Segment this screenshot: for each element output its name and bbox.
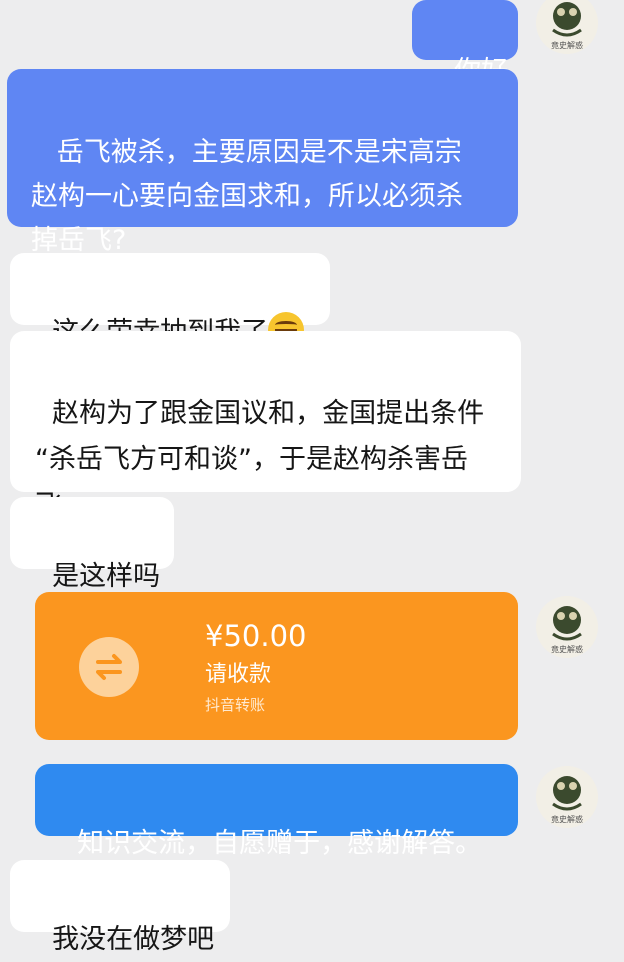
- message-text: 我没在做梦吧: [52, 924, 215, 955]
- transfer-amount: ¥50.00: [205, 619, 307, 653]
- message-bubble-sent[interactable]: 岳飞被杀，主要原因是不是宋高宗 赵构一心要向金国求和，所以必须杀 掉岳飞?: [7, 69, 518, 256]
- message-bubble-sent[interactable]: 你好: [412, 0, 518, 87]
- avatar[interactable]: 竟史解惑: [536, 596, 598, 658]
- message-bubble-received[interactable]: 这么荣幸抽到我了: [10, 253, 330, 348]
- frog-avatar-icon: 竟史解惑: [551, 2, 583, 50]
- avatar-caption: 竟史解惑: [551, 40, 583, 50]
- transfer-source: 抖音转账: [205, 696, 266, 714]
- transfer-card[interactable]: ¥50.00 请收款 抖音转账: [35, 592, 518, 740]
- message-text: 知识交流，自愿赠于，感谢解答。: [77, 828, 483, 859]
- message-bubble-sent[interactable]: 知识交流，自愿赠于，感谢解答。: [35, 764, 518, 859]
- avatar-caption: 竟史解惑: [551, 644, 583, 654]
- message-bubble-received[interactable]: 赵构为了跟金国议和，金国提出条件 “杀岳飞方可和谈”，于是赵构杀害岳 飞。: [10, 331, 521, 521]
- message-bubble-received[interactable]: 我没在做梦吧: [10, 860, 230, 955]
- avatar-caption: 竟史解惑: [551, 814, 583, 824]
- avatar[interactable]: 竟史解惑: [536, 0, 598, 54]
- transfer-label: 请收款: [205, 662, 272, 687]
- message-text: 是这样吗: [52, 561, 161, 592]
- swap-arrows-icon: [79, 637, 139, 697]
- frog-avatar-icon: 竟史解惑: [551, 776, 583, 824]
- frog-avatar-icon: 竟史解惑: [551, 606, 583, 654]
- message-text: 岳飞被杀，主要原因是不是宋高宗 赵构一心要向金国求和，所以必须杀 掉岳飞?: [31, 137, 463, 256]
- message-bubble-received[interactable]: 是这样吗: [10, 497, 174, 592]
- avatar[interactable]: 竟史解惑: [536, 766, 598, 828]
